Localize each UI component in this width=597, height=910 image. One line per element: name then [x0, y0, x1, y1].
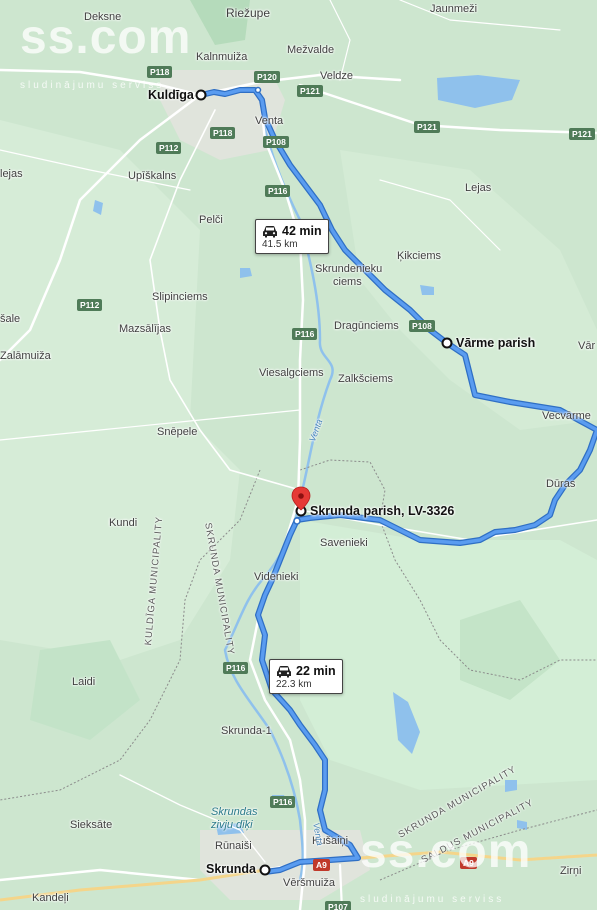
route-time: 42 min	[282, 224, 322, 238]
road-shield-p112: P112	[156, 142, 182, 154]
road-shield-p112: P112	[77, 299, 103, 311]
waypoint-kuldiga[interactable]	[195, 89, 207, 101]
watermark-tagline: sludinājumu serviss	[20, 80, 165, 91]
road-shield-p108: P108	[263, 136, 289, 148]
road-shield-p116: P116	[292, 328, 318, 340]
place-label-varme[interactable]: Vārme parish	[456, 337, 535, 350]
road-shield-p118: P118	[210, 127, 236, 139]
place-label: Veldze	[320, 70, 354, 82]
place-label: Mežvalde	[287, 44, 335, 56]
waypoint-skrunda[interactable]	[259, 864, 271, 876]
place-label: Vecvārme	[542, 410, 591, 422]
watermark-brand: ss.com	[20, 11, 192, 64]
waypoint-varme[interactable]	[441, 337, 453, 349]
place-label: Dūras	[546, 478, 576, 490]
car-icon	[263, 225, 277, 237]
place-label: Viesalgciems	[259, 367, 324, 379]
road-shield-p120: P120	[254, 71, 280, 83]
road-shield-p121: P121	[414, 121, 440, 133]
place-label: Zalkšciems	[338, 373, 394, 385]
road-shield-p107: P107	[325, 901, 351, 910]
place-label: Jaunmeži	[430, 3, 478, 15]
place-label: Savenieki	[320, 537, 368, 549]
place-label: Videnieki	[254, 571, 299, 583]
route-callout-1[interactable]: 42 min 41.5 km	[255, 219, 329, 254]
place-label: šale	[0, 313, 21, 325]
watermark-logo: ss.com sludinājumu serviss	[20, 14, 191, 110]
road-shield-a9: A9	[313, 859, 330, 871]
watermark-tagline: sludinājumu serviss	[360, 894, 505, 905]
map-canvas[interactable]: P118 P120 P121 P121 P121 P118 P112 P108 …	[0, 0, 597, 910]
place-label: Pelči	[199, 214, 223, 226]
route-time: 22 min	[296, 664, 336, 678]
location-pin-icon[interactable]	[291, 486, 311, 511]
place-label: Zirņi	[560, 865, 582, 877]
place-label: Ķikciems	[397, 250, 442, 262]
road-shield-p121: P121	[569, 128, 595, 140]
place-label: Kalnmuiža	[196, 51, 248, 63]
place-label-skrunda[interactable]: Skrunda	[206, 863, 256, 876]
route-callout-2[interactable]: 22 min 22.3 km	[269, 659, 343, 694]
road-shield-p116: P116	[270, 796, 296, 808]
place-label: Skrundenieku	[315, 263, 383, 275]
place-label: Upīškalns	[128, 170, 177, 182]
place-label: Laidi	[72, 676, 96, 688]
place-label: Dragūnciems	[334, 320, 399, 332]
place-label: ciems	[333, 276, 362, 288]
place-label: Venta	[255, 115, 284, 127]
place-label: Vēršmuiža	[283, 877, 335, 889]
place-label: Lejas	[465, 182, 492, 194]
place-label: Rūnaiši	[215, 840, 252, 852]
road-shield-p116: P116	[223, 662, 249, 674]
watermark-logo: ss.com sludinājumu serviss	[360, 828, 531, 910]
place-label: Slipinciems	[152, 291, 208, 303]
car-icon	[277, 665, 291, 677]
watermark-brand: ss.com	[360, 825, 532, 878]
road-shield-p116: P116	[265, 185, 291, 197]
place-label: Skrunda-1	[221, 725, 272, 737]
road-shield-p121: P121	[297, 85, 323, 97]
place-label-skrunda-parish[interactable]: Skrunda parish, LV-3326	[310, 505, 454, 518]
place-label: Kundi	[109, 517, 138, 529]
place-label-lake: Skrundas	[211, 806, 258, 818]
route-distance: 41.5 km	[262, 239, 298, 250]
place-label: Riežupe	[226, 6, 271, 20]
place-label: Vār	[578, 340, 596, 352]
place-label: Kandeļi	[32, 892, 69, 904]
place-label: Zalāmuiža	[0, 350, 51, 362]
route-kuldiga-varme-skrunda[interactable]	[198, 87, 597, 875]
place-label: Mazsālījas	[119, 323, 171, 335]
place-label: Snēpele	[157, 426, 198, 438]
place-label-lake: zivju dīķi	[211, 819, 253, 831]
place-label: lejas	[0, 168, 23, 180]
place-label: Sieksāte	[70, 819, 113, 831]
road-shield-p108: P108	[409, 320, 435, 332]
route-distance: 22.3 km	[276, 679, 312, 690]
